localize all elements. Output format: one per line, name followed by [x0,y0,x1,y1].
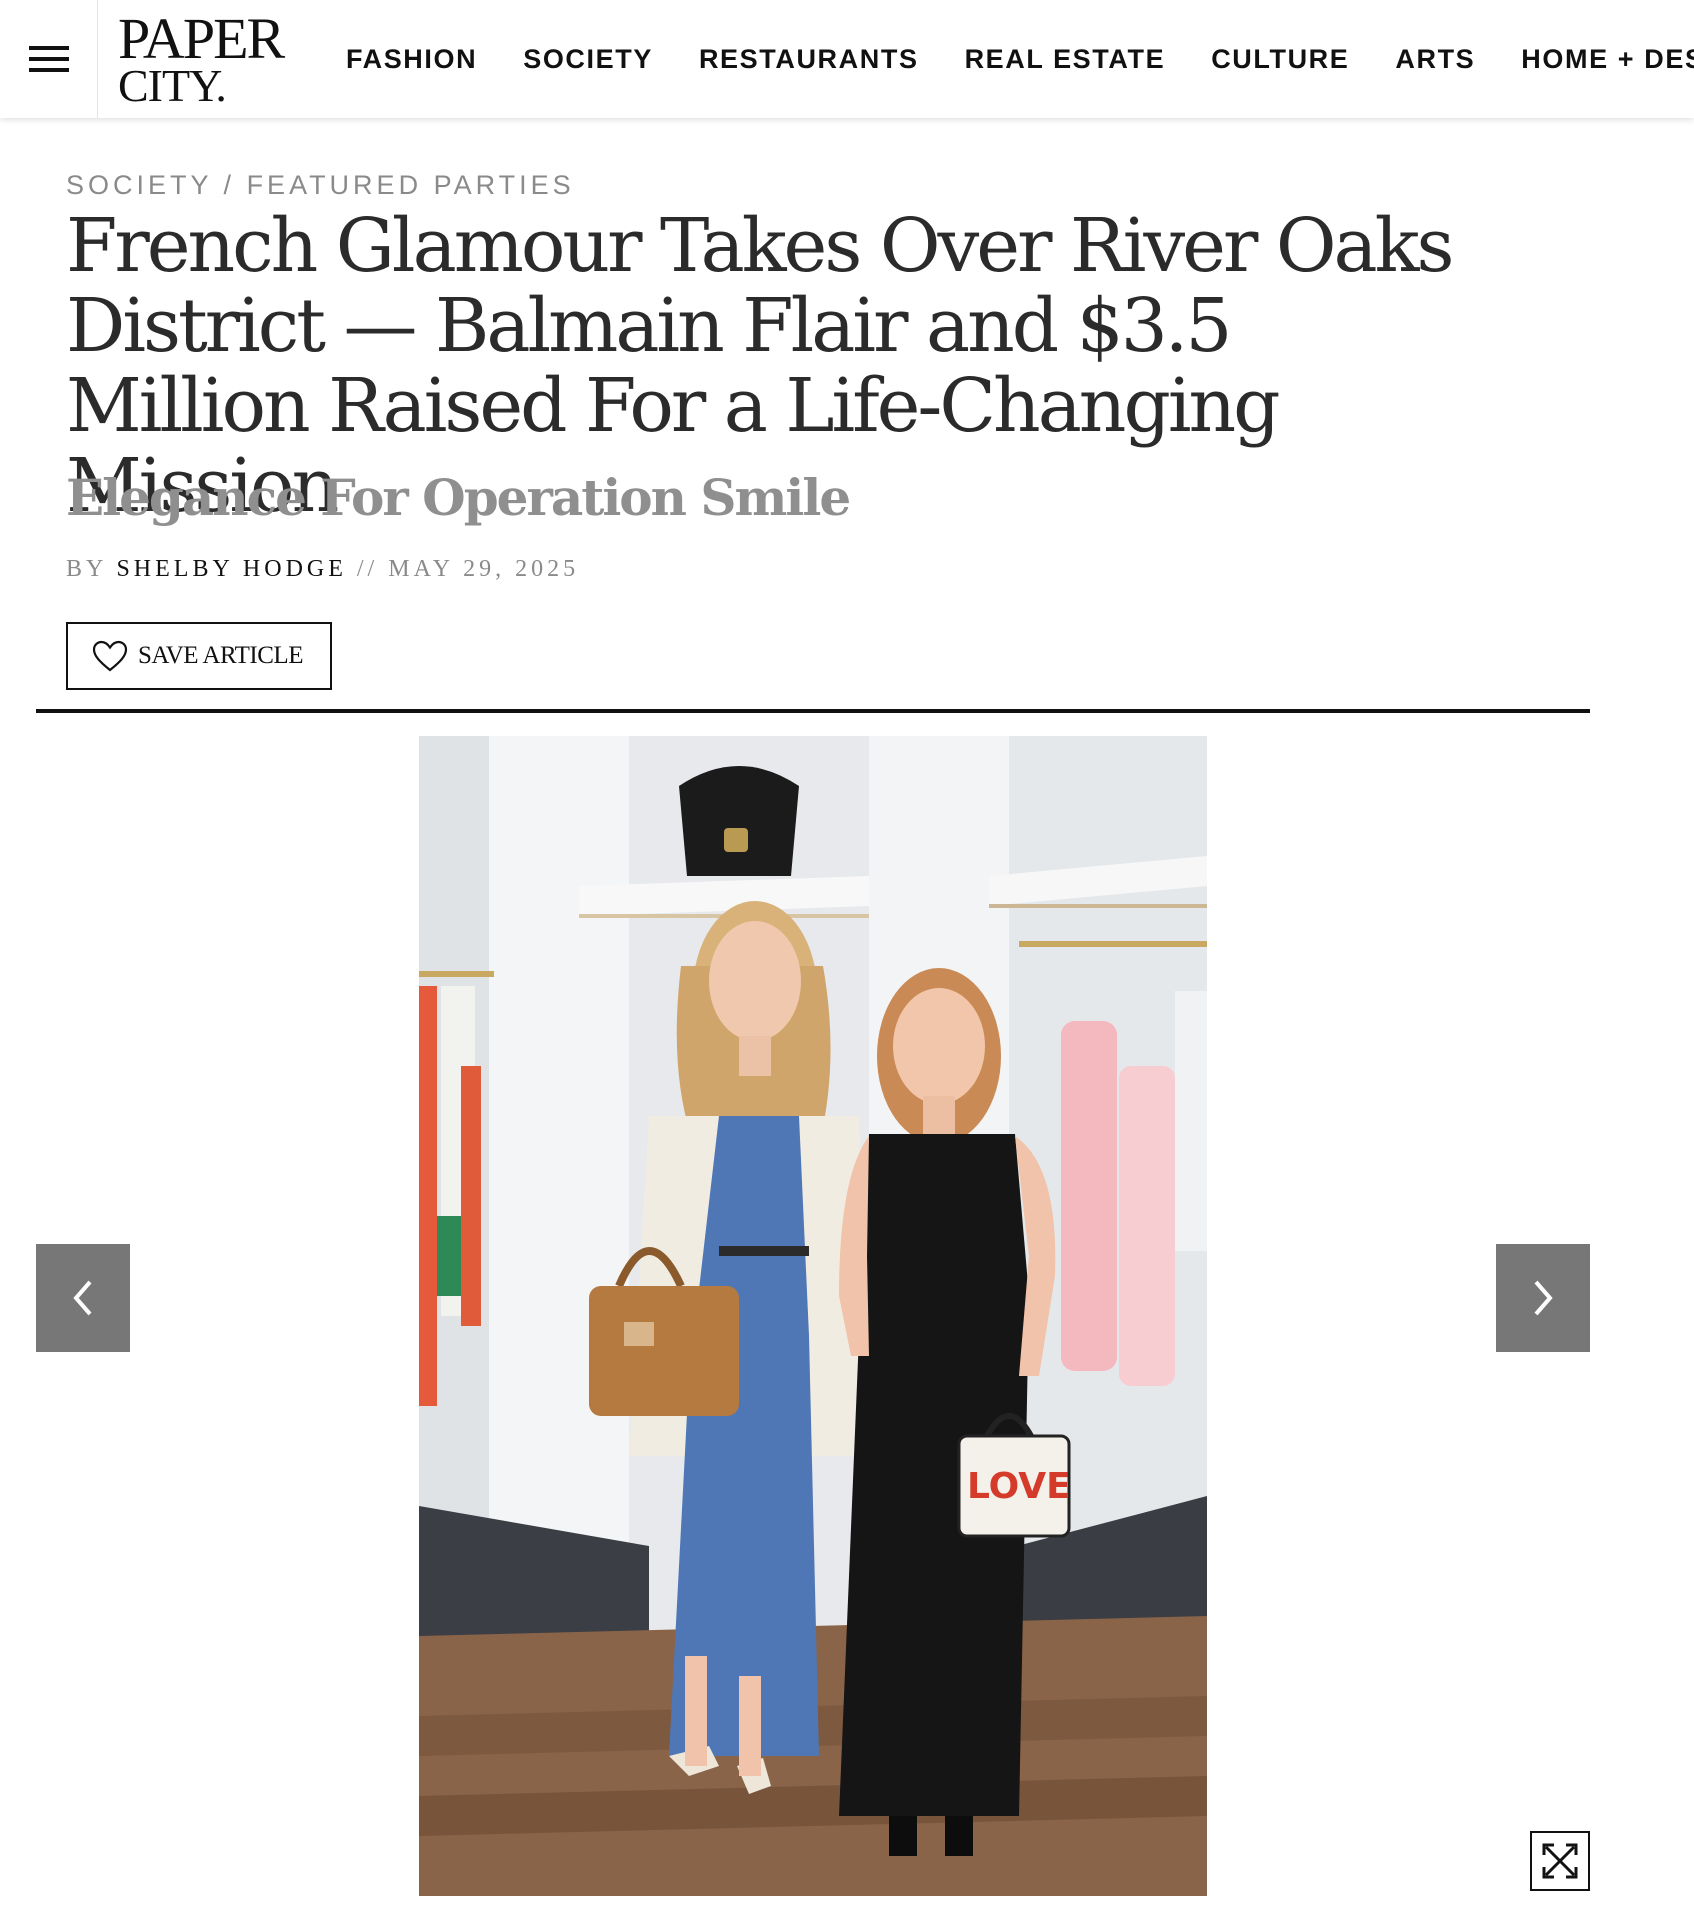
menu-button[interactable] [0,0,98,118]
nav-item-society[interactable]: SOCIETY [523,44,653,75]
byline-author[interactable]: SHELBY HODGE [116,556,346,582]
breadcrumb-separator: / [212,170,247,200]
nav-item-fashion[interactable]: FASHION [346,44,477,75]
byline-date: MAY 29, 2025 [388,556,580,582]
byline-by: BY [66,556,117,582]
love-bag-text: LOVE [967,1466,1071,1507]
hamburger-menu-icon [28,46,69,72]
article-subtitle: Elegance For Operation Smile [66,468,851,527]
heart-icon [92,640,128,672]
breadcrumb-category[interactable]: FEATURED PARTIES [247,170,575,200]
logo-line-2: CITY. [118,59,227,111]
main-nav: FASHION SOCIETY RESTAURANTS REAL ESTATE … [346,0,1694,118]
expand-arrows-icon [1542,1843,1578,1879]
byline-separator: // [346,556,389,582]
site-logo[interactable]: PAPER CITY. [118,6,308,109]
gallery-prev-button[interactable] [36,1244,130,1352]
photo-gallery: LOVE [36,713,1590,1910]
nav-item-culture[interactable]: CULTURE [1211,44,1349,75]
nav-item-home-design[interactable]: HOME + DESIGN [1521,44,1694,75]
gallery-next-button[interactable] [1496,1244,1590,1352]
breadcrumb-section[interactable]: SOCIETY [66,170,212,200]
nav-item-restaurants[interactable]: RESTAURANTS [699,44,919,75]
gallery-photo-image: LOVE [419,736,1207,1896]
chevron-right-icon [1534,1280,1553,1316]
save-article-label: SAVE ARTICLE [138,642,303,669]
nav-item-real-estate[interactable]: REAL ESTATE [965,44,1166,75]
logo-line-1: PAPER [118,6,285,71]
site-header: PAPER CITY. FASHION SOCIETY RESTAURANTS … [0,0,1694,118]
breadcrumb: SOCIETY / FEATURED PARTIES [66,170,575,201]
gallery-expand-button[interactable] [1530,1831,1590,1891]
nav-item-arts[interactable]: ARTS [1395,44,1475,75]
save-article-button[interactable]: SAVE ARTICLE [66,622,332,690]
chevron-left-icon [73,1280,92,1316]
gallery-photo[interactable]: LOVE [419,736,1207,1896]
byline: BY SHELBY HODGE // MAY 29, 2025 [66,556,579,583]
